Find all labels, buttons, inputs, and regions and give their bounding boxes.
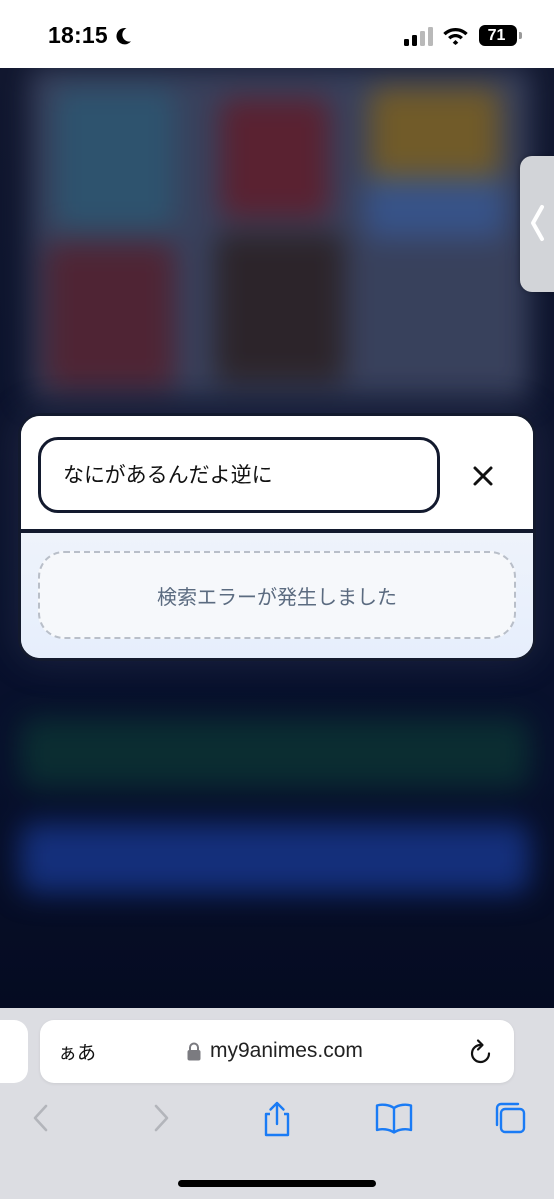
url-text: my9animes.com <box>210 1039 363 1062</box>
browser-toolbar: ぁあ my9animes.com <box>0 1008 554 1199</box>
page-settings-button[interactable]: ぁあ <box>58 1038 96 1065</box>
status-time: 18:15 <box>48 22 108 48</box>
home-indicator <box>178 1180 376 1187</box>
back-icon[interactable] <box>28 1100 54 1136</box>
wifi-icon <box>443 28 468 45</box>
address-bar[interactable]: ぁあ my9animes.com <box>40 1020 514 1083</box>
bookmarks-icon[interactable] <box>374 1100 414 1136</box>
battery-level: 71 <box>487 27 506 44</box>
chevron-left-icon <box>531 205 544 241</box>
search-modal-header: なにがあるんだよ逆に <box>21 416 533 531</box>
tabs-icon[interactable] <box>492 1100 528 1136</box>
forward-icon[interactable] <box>148 1100 174 1136</box>
moon-icon <box>116 27 131 45</box>
search-input[interactable]: なにがあるんだよ逆に <box>38 437 440 513</box>
search-results-area: 検索エラーが発生しました <box>21 533 533 658</box>
status-bar: 18:15 71 <box>0 0 554 68</box>
search-error-message: 検索エラーが発生しました <box>38 551 516 639</box>
share-icon[interactable] <box>260 1100 294 1138</box>
side-drawer-tab[interactable] <box>520 156 554 292</box>
lock-icon <box>187 1042 201 1061</box>
battery-tip <box>519 32 522 39</box>
signal-icon <box>404 27 433 46</box>
search-modal: なにがあるんだよ逆に 検索エラーが発生しました <box>18 413 536 661</box>
reload-icon[interactable] <box>468 1038 494 1066</box>
previous-tab-preview[interactable] <box>0 1020 28 1083</box>
battery-icon: 71 <box>479 25 522 46</box>
close-icon[interactable] <box>467 460 499 492</box>
